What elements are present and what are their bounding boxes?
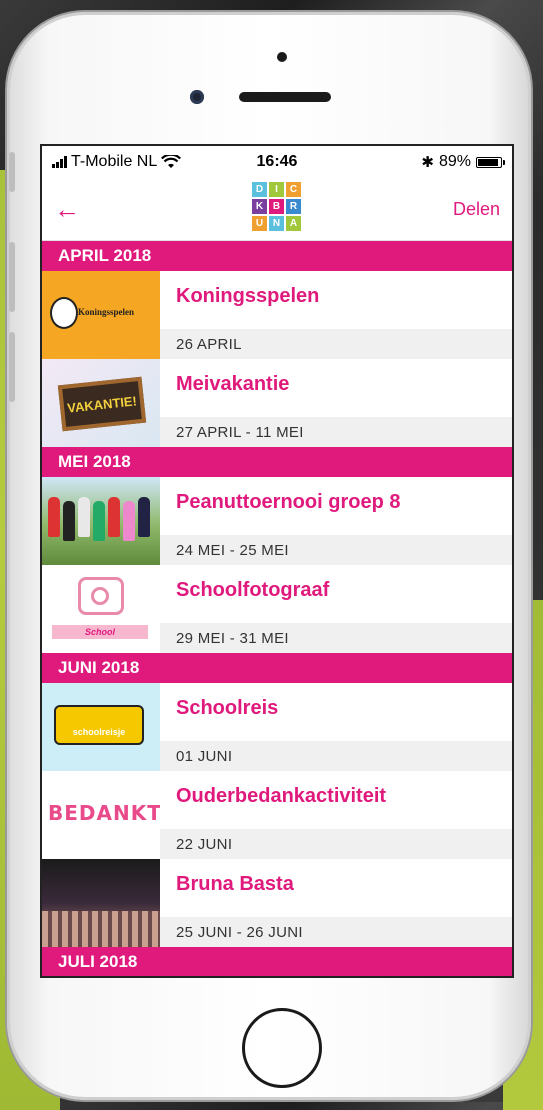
thumbnail-caption: VAKANTIE! [57,376,147,432]
month-header: MEI 2018 [42,447,512,477]
app-screen: T-Mobile NL 16:46 ✱ 89% ← DIC KBR UNA Dele… [42,146,512,976]
logo-letter: D [252,182,267,197]
logo-letter: K [252,199,267,214]
status-bar: T-Mobile NL 16:46 ✱ 89% [42,146,512,178]
logo-letter: A [286,216,301,231]
event-row[interactable]: schoolreisje Schoolreis 01 JUNI [42,683,512,771]
event-title: Peanuttoernooi groep 8 [176,491,401,513]
event-title: Schoolfotograaf [176,579,330,601]
nav-bar: ← DIC KBR UNA Delen [42,178,512,241]
share-button[interactable]: Delen [453,199,500,220]
logo-letter: N [269,216,284,231]
event-row[interactable]: Bruna Basta 25 JUNI - 26 JUNI [42,859,512,947]
thumbnail-caption: BEDANKT [48,801,160,825]
event-info: Meivakantie 27 APRIL - 11 MEI [160,359,512,447]
event-title: Meivakantie [176,373,290,395]
event-thumbnail: BEDANKT [42,771,160,859]
event-info: Schoolreis 01 JUNI [160,683,512,771]
mute-switch [9,152,15,192]
logo-letter: B [269,199,284,214]
month-header: APRIL 2018 [42,241,512,271]
event-thumbnail: School [42,565,160,653]
event-date: 24 MEI - 25 MEI [160,535,512,565]
earpiece-speaker [239,92,331,102]
child-figure [63,501,75,541]
event-row[interactable]: Peanuttoernooi groep 8 24 MEI - 25 MEI [42,477,512,565]
child-figure [108,497,120,537]
thumbnail-caption: School [52,625,148,639]
event-info: Peanuttoernooi groep 8 24 MEI - 25 MEI [160,477,512,565]
event-thumbnail: VAKANTIE! [42,359,160,447]
child-figure [93,501,105,541]
logo-letter: R [286,199,301,214]
child-figure [78,497,90,537]
logo-letter: U [252,216,267,231]
volume-up-button [9,242,15,312]
battery-icon [476,156,505,168]
event-info: Schoolfotograaf 29 MEI - 31 MEI [160,565,512,653]
child-figure [48,497,60,537]
logo-letter: I [269,182,284,197]
thumbnail-caption: Koningsspelen [78,307,135,317]
face-icon [50,297,78,329]
event-list[interactable]: APRIL 2018 Koningsspelen Koningsspelen 26 A… [42,241,512,976]
event-title: Ouderbedankactiviteit [176,785,387,807]
event-title: Koningsspelen [176,285,320,307]
event-thumbnail [42,859,160,947]
event-info: Koningsspelen 26 APRIL [160,271,512,359]
stage-performers [42,911,160,947]
event-title: Bruna Basta [176,873,294,895]
event-date: 26 APRIL [160,329,512,359]
logo-letter: C [286,182,301,197]
child-figure [123,501,135,541]
event-info: Ouderbedankactiviteit 22 JUNI [160,771,512,859]
event-thumbnail [42,477,160,565]
status-time: 16:46 [256,153,298,170]
month-header: JUNI 2018 [42,653,512,683]
event-row[interactable]: Koningsspelen Koningsspelen 26 APRIL [42,271,512,359]
home-button[interactable] [242,1008,322,1088]
event-date: 01 JUNI [160,741,512,771]
event-date: 29 MEI - 31 MEI [160,623,512,653]
volume-down-button [9,332,15,402]
event-title: Schoolreis [176,697,279,719]
event-date: 27 APRIL - 11 MEI [160,417,512,447]
event-row[interactable]: VAKANTIE! Meivakantie 27 APRIL - 11 MEI [42,359,512,447]
event-thumbnail: Koningsspelen [42,271,160,359]
month-header: JULI 2018 [42,947,512,976]
front-camera [190,90,204,104]
event-row[interactable]: BEDANKT Ouderbedankactiviteit 22 JUNI [42,771,512,859]
event-row[interactable]: School Schoolfotograaf 29 MEI - 31 MEI [42,565,512,653]
back-arrow-icon[interactable]: ← [54,196,80,222]
camera-icon [78,577,124,615]
thumbnail-caption: schoolreisje [54,705,144,745]
event-thumbnail: schoolreisje [42,683,160,771]
app-logo: DIC KBR UNA [252,182,301,231]
event-date: 25 JUNI - 26 JUNI [160,917,512,947]
event-date: 22 JUNI [160,829,512,859]
proximity-sensor [277,52,287,62]
event-info: Bruna Basta 25 JUNI - 26 JUNI [160,859,512,947]
child-figure [138,497,150,537]
